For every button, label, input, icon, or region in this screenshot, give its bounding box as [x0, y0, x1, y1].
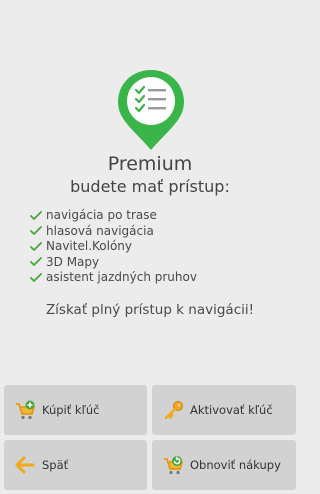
list-item: asistent jazdných pruhov [30, 270, 197, 286]
page-title: Premium [107, 153, 193, 175]
cta-text: Získať plný prístup k navigácii! [45, 302, 255, 318]
feature-label: asistent jazdných pruhov [46, 270, 197, 284]
check-icon [30, 257, 42, 267]
check-icon [30, 241, 42, 251]
premium-checklist-pin-icon [118, 70, 184, 150]
feature-label: 3D Mapy [46, 254, 100, 269]
activate-key-button[interactable]: Aktivovať kľúč [152, 385, 296, 435]
check-icon [30, 272, 42, 282]
list-item: hlasová navigácia [30, 224, 197, 240]
cart-add-icon [16, 400, 35, 420]
list-item: navigácia po trase [30, 208, 197, 224]
arrow-left-icon [15, 456, 35, 474]
back-label: Späť [42, 458, 69, 472]
cart-refresh-icon [164, 456, 183, 475]
feature-label: navigácia po trase [46, 208, 157, 222]
buy-key-label: Kúpiť kľúč [42, 403, 100, 417]
feature-label: Navitel.Kolóny [46, 239, 132, 253]
list-item: 3D Mapy [30, 255, 197, 271]
feature-list: navigácia po trase hlasová navigácia Nav… [30, 208, 197, 286]
back-button[interactable]: Späť [4, 440, 147, 490]
buy-key-button[interactable]: Kúpiť kľúč [4, 385, 147, 435]
check-icon [30, 226, 42, 236]
check-icon [30, 210, 42, 220]
restore-purchases-button[interactable]: Obnoviť nákupy [152, 440, 296, 490]
activate-key-label: Aktivovať kľúč [190, 403, 273, 417]
key-icon [164, 401, 183, 420]
list-item: Navitel.Kolóny [30, 239, 197, 255]
restore-purchases-label: Obnoviť nákupy [190, 458, 281, 472]
page-subtitle: budete mať prístup: [70, 177, 230, 196]
feature-label: hlasová navigácia [46, 223, 154, 238]
